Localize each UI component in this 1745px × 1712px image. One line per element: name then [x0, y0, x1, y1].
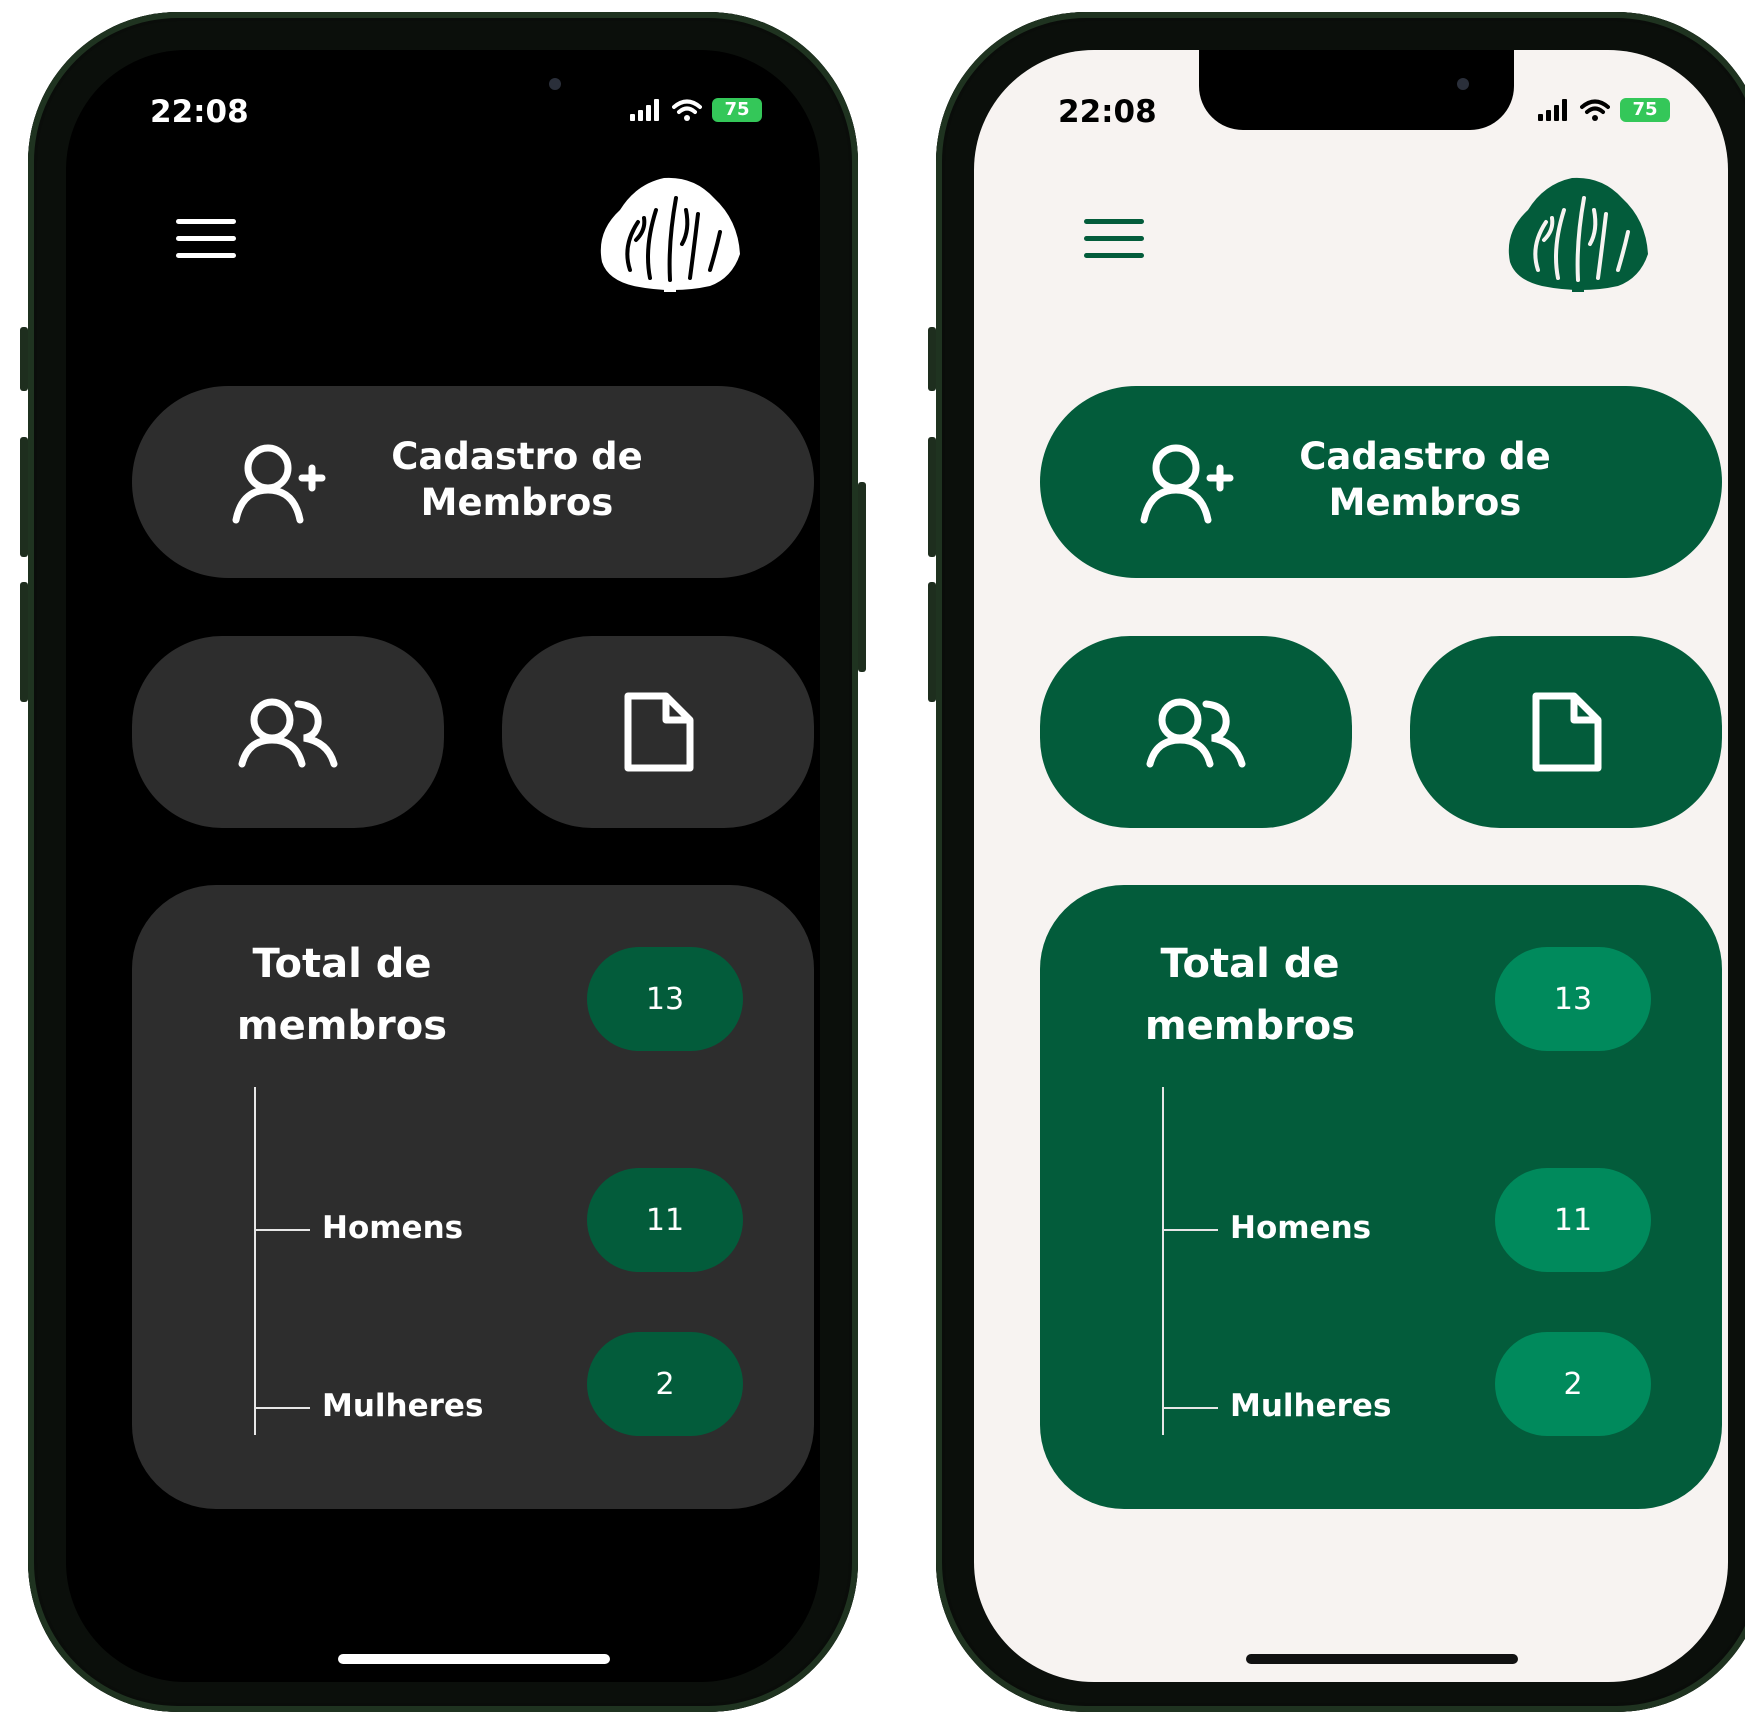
home-indicator[interactable]	[1246, 1654, 1518, 1664]
women-count-badge: 2	[1495, 1332, 1651, 1436]
men-count-badge: 11	[1495, 1168, 1651, 1272]
tree-line	[254, 1087, 256, 1435]
home-indicator[interactable]	[338, 1654, 610, 1664]
plant-logo	[600, 177, 740, 292]
volume-up-button	[928, 437, 936, 557]
men-label: Homens	[1230, 1210, 1372, 1246]
members-list-button[interactable]	[132, 636, 444, 828]
status-icons: 75	[630, 98, 762, 122]
volume-down-button	[928, 582, 936, 702]
volume-down-button	[20, 582, 28, 702]
users-icon	[238, 698, 338, 768]
signal-icon	[630, 99, 659, 121]
stats-title: Total de membros	[236, 941, 448, 1049]
cadastro-label: Cadastro de Membros	[1299, 435, 1551, 524]
wifi-icon	[672, 99, 702, 121]
add-user-icon	[232, 444, 326, 524]
hamburger-menu-icon[interactable]	[1084, 217, 1144, 261]
wifi-icon	[1580, 99, 1610, 121]
camera	[549, 78, 561, 90]
members-stats-card: Total de membros 13 Homens 11 Mulheres 2	[132, 885, 814, 1509]
men-count-badge: 11	[587, 1168, 743, 1272]
tree-branch-men	[1162, 1229, 1218, 1231]
signal-icon	[1538, 99, 1567, 121]
stats-title: Total de membros	[1144, 941, 1356, 1049]
screen: 22:08 75 Cadastro de Membros Total de me…	[974, 50, 1728, 1682]
men-label: Homens	[322, 1210, 464, 1246]
silent-switch	[20, 327, 28, 391]
women-count-badge: 2	[587, 1332, 743, 1436]
document-icon	[624, 692, 694, 772]
add-user-icon	[1140, 444, 1234, 524]
status-icons: 75	[1538, 98, 1670, 122]
members-stats-card: Total de membros 13 Homens 11 Mulheres 2	[1040, 885, 1722, 1509]
cadastro-membros-button[interactable]: Cadastro de Membros	[1040, 386, 1722, 578]
documents-button[interactable]	[1410, 636, 1722, 828]
phone-dark-theme: 22:08 75 Cadastro de Membros Total de me…	[20, 12, 866, 1712]
tree-branch-women	[1162, 1407, 1218, 1409]
plant-logo	[1508, 177, 1648, 292]
battery-icon: 75	[712, 98, 762, 122]
document-icon	[1532, 692, 1602, 772]
tree-line	[1162, 1087, 1164, 1435]
cadastro-label: Cadastro de Membros	[391, 435, 643, 524]
phone-light-theme: 22:08 75 Cadastro de Membros Total de me…	[928, 12, 1745, 1712]
total-count-badge: 13	[587, 947, 743, 1051]
women-label: Mulheres	[322, 1388, 484, 1424]
hamburger-menu-icon[interactable]	[176, 217, 236, 261]
screen: 22:08 75 Cadastro de Membros Total de me…	[66, 50, 820, 1682]
power-button	[858, 482, 866, 672]
cadastro-membros-button[interactable]: Cadastro de Membros	[132, 386, 814, 578]
documents-button[interactable]	[502, 636, 814, 828]
camera	[1457, 78, 1469, 90]
volume-up-button	[20, 437, 28, 557]
users-icon	[1146, 698, 1246, 768]
notch	[1199, 50, 1514, 130]
women-label: Mulheres	[1230, 1388, 1392, 1424]
notch	[291, 50, 606, 130]
battery-icon: 75	[1620, 98, 1670, 122]
tree-branch-men	[254, 1229, 310, 1231]
tree-branch-women	[254, 1407, 310, 1409]
status-time: 22:08	[150, 94, 249, 130]
members-list-button[interactable]	[1040, 636, 1352, 828]
status-time: 22:08	[1058, 94, 1157, 130]
total-count-badge: 13	[1495, 947, 1651, 1051]
silent-switch	[928, 327, 936, 391]
